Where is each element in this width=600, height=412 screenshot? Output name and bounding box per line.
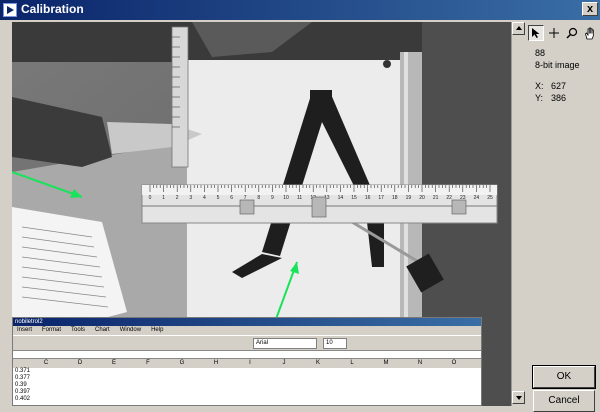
menu-help: Help [151,327,164,333]
calibration-image[interactable]: 0123456789101112131415161718192021222324… [12,22,511,406]
pixel-info: 88 8-bit image [535,47,580,71]
col-header: O [451,360,457,366]
pixel-value: 88 [535,48,546,58]
col-header: M [383,360,389,366]
list-item: 0.402 [15,396,31,402]
image-type-label: 8-bit image [535,60,580,70]
x-label: X: [535,81,544,91]
col-header: I [249,360,251,366]
ruler-label: 10 [283,195,289,201]
col-header: N [417,360,423,366]
ruler-label: 15 [351,195,357,201]
pan-hand-icon[interactable] [582,25,598,41]
title-bar: Calibration x [0,0,600,20]
ruler-label: 3 [189,195,192,201]
ruler-label: 2 [176,195,179,201]
ruler-label: 24 [474,195,480,201]
menu-window: Window [119,327,142,333]
font-name-field: Arial [253,338,317,349]
ruler-label: 22 [446,195,452,201]
col-header: L [350,360,354,366]
col-header: C [43,360,49,366]
ruler-label: 17 [378,195,384,201]
list-item: 0.397 [15,389,31,395]
column-headers: C D E F G H I J K L M N O [13,358,481,368]
ruler-label: 19 [406,195,412,201]
zoom-icon[interactable] [564,25,580,41]
spreadsheet-menu: Insert Format Tools Chart Window Help [13,326,481,335]
ruler-label: 5 [217,195,220,201]
tool-panel: 88 8-bit image X: 627 Y: 386 OK Cancel [525,22,600,412]
row-values: 0.371 0.377 0.39 0.397 0.402 [13,368,481,403]
col-header: J [282,360,286,366]
font-size-field: 10 [323,338,347,349]
menu-chart: Chart [95,327,110,333]
coordinate-readout: X: 627 Y: 386 [535,80,566,104]
close-button[interactable]: x [582,2,598,16]
ruler-label: 1 [162,195,165,201]
col-header: G [179,360,185,366]
spreadsheet-title: nobiletrol2 [13,318,481,326]
spreadsheet-inset: nobiletrol2 Insert Format Tools Chart Wi… [12,317,482,406]
ruler-label: 14 [338,195,344,201]
menu-format: Format [42,327,62,333]
scroll-down-button[interactable] [512,391,525,404]
list-item: 0.377 [15,375,31,381]
app-icon [3,3,17,17]
x-value: 627 [551,81,567,91]
col-header: H [213,360,219,366]
ruler-label: 11 [297,195,302,201]
y-value: 386 [551,93,567,103]
col-header: K [315,360,320,366]
scroll-up-button[interactable] [512,22,525,35]
menu-tools: Tools [71,327,86,333]
ruler-label: 21 [433,195,439,201]
col-header: D [77,360,83,366]
crosshair-icon[interactable] [546,25,562,41]
cancel-button[interactable]: Cancel [533,390,595,412]
list-item: 0.371 [15,368,31,374]
ruler-label: 25 [487,195,493,201]
ruler-label: 4 [203,195,206,201]
col-header: F [146,360,150,366]
ruler-label: 18 [392,195,398,201]
formula-bar [13,350,481,358]
vertical-scrollbar[interactable] [511,22,525,406]
ok-button[interactable]: OK [532,365,596,389]
menu-insert: Insert [17,327,33,333]
ruler-label: 8 [257,195,260,201]
ruler-label: 20 [419,195,425,201]
ruler-label: 0 [149,195,152,201]
col-header: E [111,360,116,366]
ruler-label: 9 [271,195,274,201]
pointer-icon[interactable] [528,25,544,41]
spreadsheet-toolbar: Arial 10 [13,335,481,350]
ruler-label: 6 [230,195,233,201]
list-item: 0.39 [15,382,27,388]
ruler-label: 16 [365,195,371,201]
y-label: Y: [535,93,544,103]
tool-bar [528,25,598,43]
window-title: Calibration [21,2,84,16]
